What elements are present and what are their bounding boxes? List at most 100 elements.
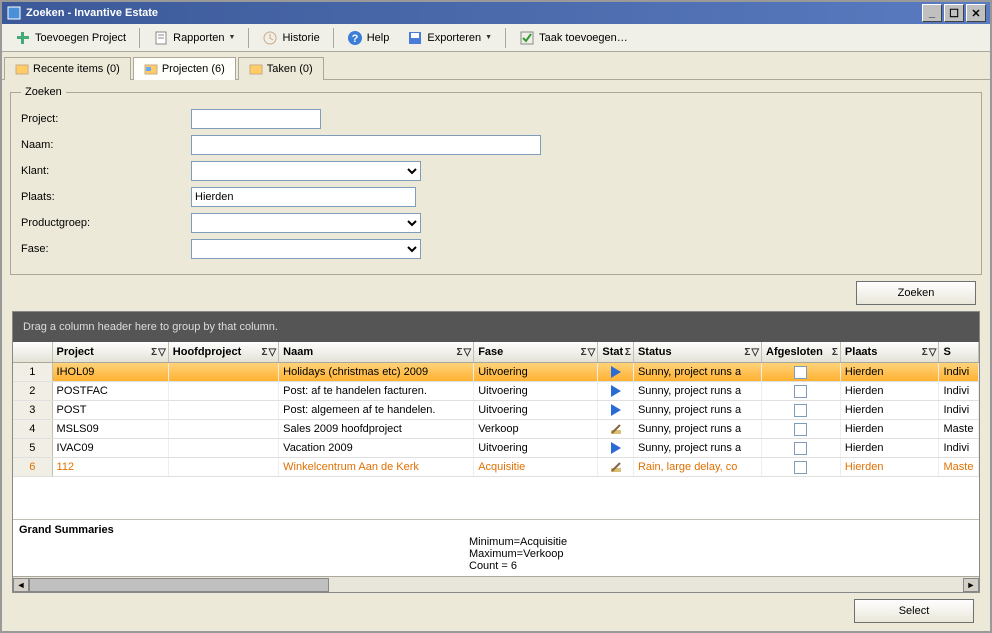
maximize-button[interactable]: ☐	[944, 4, 964, 22]
klant-select[interactable]	[191, 161, 421, 181]
table-row[interactable]: 3 POST Post: algemeen af te handelen. Ui…	[13, 401, 979, 420]
sigma-icon[interactable]: Σ	[744, 347, 750, 358]
filter-icon[interactable]: ▽	[929, 347, 937, 358]
dropdown-icon: ▼	[485, 34, 492, 41]
zoeken-button[interactable]: Zoeken	[856, 281, 976, 305]
cell-plaats: Hierden	[841, 382, 940, 400]
cell-afgesloten	[762, 458, 841, 476]
cell-fase: Verkoop	[474, 420, 598, 438]
scroll-right-button[interactable]: ►	[963, 578, 979, 592]
play-icon	[609, 365, 623, 379]
filter-icon[interactable]: ▽	[588, 347, 596, 358]
cell-hoofdproject	[169, 458, 279, 476]
tab-projecten[interactable]: Projecten (6)	[133, 57, 236, 80]
col-stat[interactable]: StatΣ	[598, 342, 634, 362]
scroll-track[interactable]	[29, 578, 963, 592]
col-project[interactable]: ProjectΣ▽	[53, 342, 169, 362]
col-afgesloten[interactable]: AfgeslotenΣ	[762, 342, 841, 362]
group-bar[interactable]: Drag a column header here to group by th…	[13, 312, 979, 342]
filter-icon[interactable]: ▽	[268, 347, 276, 358]
summary-max: Maximum=Verkoop	[469, 548, 973, 560]
cell-project: IVAC09	[53, 439, 169, 457]
col-s[interactable]: S	[939, 342, 979, 362]
taak-toevoegen-button[interactable]: Taak toevoegen…	[510, 27, 637, 49]
checkbox[interactable]	[794, 385, 807, 398]
toevoegen-project-button[interactable]: Toevoegen Project	[6, 27, 135, 49]
tab-taken-label: Taken (0)	[267, 63, 313, 75]
col-naam[interactable]: NaamΣ▽	[279, 342, 474, 362]
plaats-input[interactable]	[191, 187, 416, 207]
fase-label: Fase:	[21, 243, 191, 255]
save-icon	[407, 30, 423, 46]
horizontal-scrollbar[interactable]: ◄ ►	[13, 576, 979, 592]
col-fase[interactable]: FaseΣ▽	[474, 342, 598, 362]
help-button[interactable]: ? Help	[338, 27, 399, 49]
cell-s: Indivi	[939, 401, 979, 419]
sigma-icon[interactable]: Σ	[625, 347, 631, 358]
cell-afgesloten	[762, 401, 841, 419]
table-row[interactable]: 4 MSLS09 Sales 2009 hoofdproject Verkoop…	[13, 420, 979, 439]
col-hoofdproject[interactable]: HoofdprojectΣ▽	[169, 342, 279, 362]
table-row[interactable]: 1 IHOL09 Holidays (christmas etc) 2009 U…	[13, 363, 979, 382]
app-window: Zoeken - Invantive Estate _ ☐ ✕ Toevoege…	[0, 0, 992, 633]
cell-afgesloten	[762, 420, 841, 438]
cell-naam: Sales 2009 hoofdproject	[279, 420, 474, 438]
tab-taken[interactable]: Taken (0)	[238, 57, 324, 80]
cell-number: 4	[13, 420, 53, 438]
checkbox[interactable]	[794, 404, 807, 417]
table-row[interactable]: 2 POSTFAC Post: af te handelen facturen.…	[13, 382, 979, 401]
col-plaats[interactable]: PlaatsΣ▽	[841, 342, 940, 362]
naam-input[interactable]	[191, 135, 541, 155]
tab-recente-items[interactable]: Recente items (0)	[4, 57, 131, 80]
exporteren-label: Exporteren	[427, 32, 481, 44]
checkbox[interactable]	[794, 442, 807, 455]
separator	[333, 28, 334, 48]
rapporten-button[interactable]: Rapporten ▼	[144, 27, 244, 49]
table-row[interactable]: 6 112 Winkelcentrum Aan de Kerk Acquisit…	[13, 458, 979, 477]
cell-project: IHOL09	[53, 363, 169, 381]
checkbox[interactable]	[794, 366, 807, 379]
cell-hoofdproject	[169, 382, 279, 400]
grid: Drag a column header here to group by th…	[12, 311, 980, 593]
checkbox[interactable]	[794, 423, 807, 436]
grid-header: ProjectΣ▽ HoofdprojectΣ▽ NaamΣ▽ FaseΣ▽ S…	[13, 342, 979, 363]
historie-button[interactable]: Historie	[253, 27, 328, 49]
checkbox[interactable]	[794, 461, 807, 474]
sigma-icon[interactable]: Σ	[832, 347, 838, 358]
exporteren-button[interactable]: Exporteren ▼	[398, 27, 501, 49]
minimize-button[interactable]: _	[922, 4, 942, 22]
svg-text:?: ?	[351, 33, 358, 45]
separator	[139, 28, 140, 48]
filter-icon[interactable]: ▽	[751, 347, 759, 358]
toolbar: Toevoegen Project Rapporten ▼ Historie ?…	[2, 24, 990, 52]
cell-fase: Uitvoering	[474, 382, 598, 400]
cell-naam: Winkelcentrum Aan de Kerk	[279, 458, 474, 476]
cell-afgesloten	[762, 363, 841, 381]
cell-stat	[598, 420, 634, 438]
summary-min: Minimum=Acquisitie	[469, 536, 973, 548]
filter-icon[interactable]: ▽	[158, 347, 166, 358]
scroll-thumb[interactable]	[29, 578, 329, 592]
sigma-icon[interactable]: Σ	[581, 347, 587, 358]
cell-hoofdproject	[169, 439, 279, 457]
fase-select[interactable]	[191, 239, 421, 259]
cell-naam: Post: af te handelen facturen.	[279, 382, 474, 400]
sigma-icon[interactable]: Σ	[456, 347, 462, 358]
cell-number: 5	[13, 439, 53, 457]
col-status[interactable]: StatusΣ▽	[634, 342, 762, 362]
table-row[interactable]: 5 IVAC09 Vacation 2009 Uitvoering Sunny,…	[13, 439, 979, 458]
tab-strip: Recente items (0) Projecten (6) Taken (0…	[2, 52, 990, 80]
col-number[interactable]	[13, 342, 53, 362]
select-button[interactable]: Select	[854, 599, 974, 623]
sigma-icon[interactable]: Σ	[151, 347, 157, 358]
cell-status: Rain, large delay, co	[634, 458, 762, 476]
project-input[interactable]	[191, 109, 321, 129]
scroll-left-button[interactable]: ◄	[13, 578, 29, 592]
close-button[interactable]: ✕	[966, 4, 986, 22]
sigma-icon[interactable]: Σ	[261, 347, 267, 358]
filter-icon[interactable]: ▽	[464, 347, 472, 358]
cell-afgesloten	[762, 439, 841, 457]
cell-hoofdproject	[169, 420, 279, 438]
productgroep-select[interactable]	[191, 213, 421, 233]
sigma-icon[interactable]: Σ	[922, 347, 928, 358]
